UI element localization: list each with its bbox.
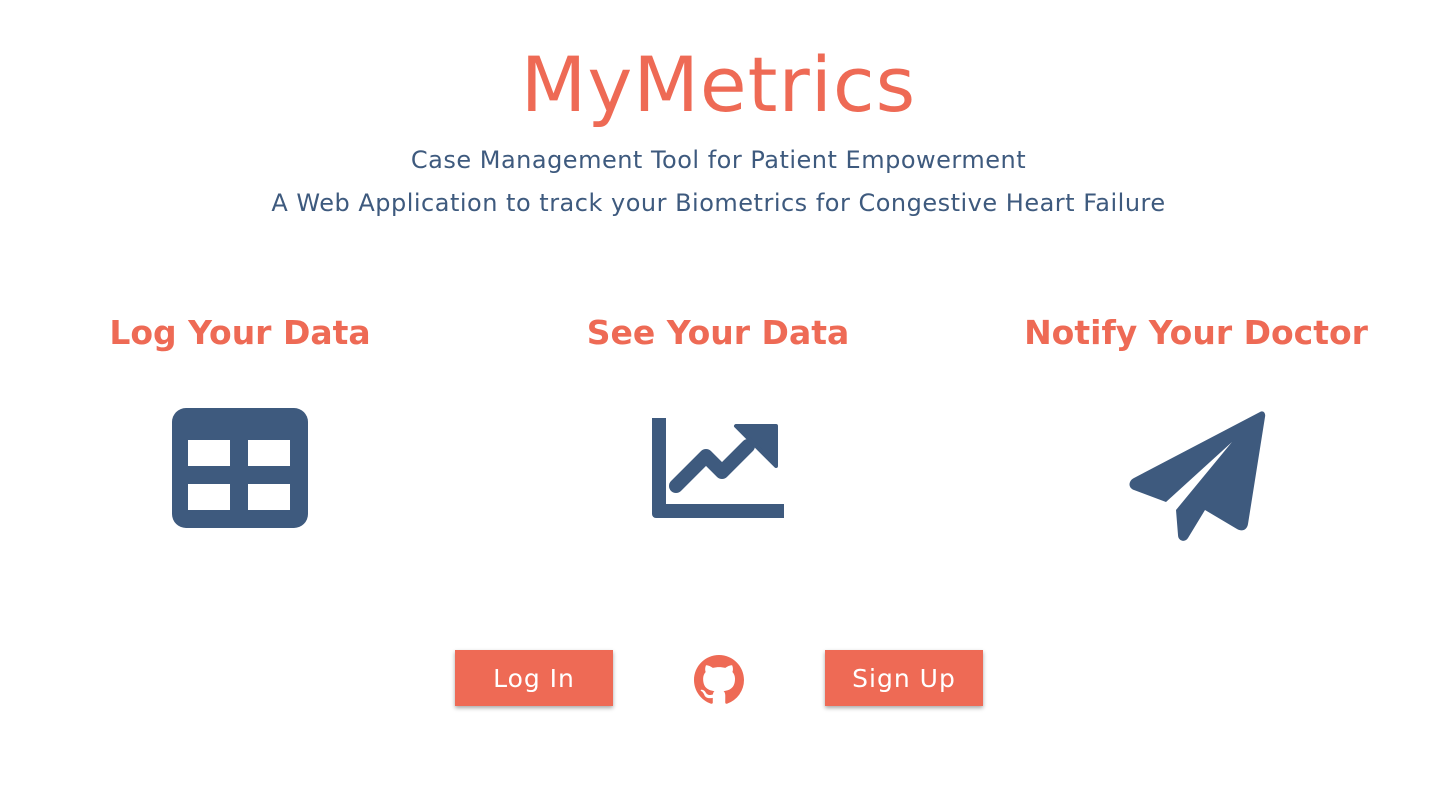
subtitle-description: A Web Application to track your Biometri…	[271, 189, 1166, 217]
landing-page: MyMetrics Case Management Tool for Patie…	[0, 0, 1437, 796]
login-button[interactable]: Log In	[455, 650, 613, 706]
app-title: MyMetrics	[520, 40, 917, 129]
feature-notify-doctor: Notify Your Doctor	[976, 312, 1416, 546]
auth-actions: Log In Sign Up	[0, 650, 1437, 706]
feature-log-data: Log Your Data	[20, 312, 460, 530]
feature-see-data: See Your Data	[498, 312, 938, 524]
feature-title-see: See Your Data	[586, 313, 850, 352]
table-icon	[172, 408, 308, 528]
feature-title-log: Log Your Data	[109, 313, 371, 352]
feature-title-notify: Notify Your Doctor	[1024, 313, 1368, 352]
subtitle-tagline: Case Management Tool for Patient Empower…	[410, 146, 1027, 174]
paper-plane-icon	[1129, 411, 1266, 541]
chart-line-icon	[652, 418, 784, 518]
signup-button[interactable]: Sign Up	[825, 650, 983, 706]
github-icon[interactable]	[694, 655, 744, 705]
